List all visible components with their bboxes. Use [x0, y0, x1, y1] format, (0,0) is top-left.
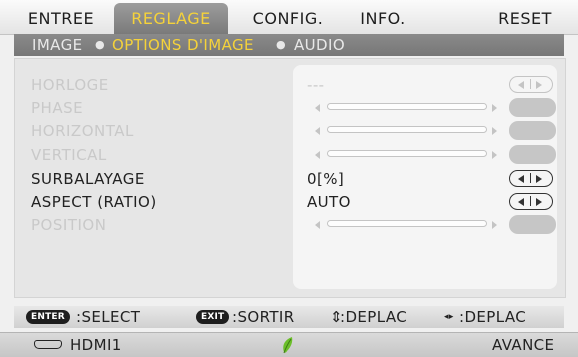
tab-config[interactable]: CONFIG.: [240, 3, 336, 34]
setting-label: ASPECT (RATIO): [31, 193, 157, 211]
tab-reset[interactable]: RESET: [490, 3, 560, 34]
setting-label: POSITION: [31, 216, 107, 234]
tab-reglage[interactable]: REGLAGE: [114, 3, 228, 34]
phase-slider[interactable]: [315, 97, 497, 119]
enter-key-badge: ENTER: [26, 310, 70, 324]
subtab-options-image[interactable]: OPTIONS D'IMAGE: [112, 34, 254, 56]
left-right-arrows-icon: ◂▸: [444, 312, 454, 322]
leftright-action-label: :DEPLAC: [459, 308, 527, 326]
setting-label: SURBALAYAGE: [31, 170, 145, 188]
main-tab-bar: ENTREE REGLAGE CONFIG. INFO. RESET: [0, 0, 578, 35]
exit-action-label: :SORTIR: [232, 308, 295, 326]
subtab-image[interactable]: IMAGE: [32, 34, 82, 56]
horizontal-slider[interactable]: [315, 120, 497, 142]
setting-label: HORIZONTAL: [31, 122, 134, 140]
leaf-icon: [283, 337, 293, 354]
setting-value: 0[%]: [307, 170, 345, 188]
exit-key-badge: EXIT: [196, 310, 230, 324]
left-right-arrows-icon[interactable]: [509, 170, 553, 187]
setting-label: VERTICAL: [31, 146, 107, 164]
tab-entree[interactable]: ENTREE: [20, 3, 102, 34]
updown-action-label: :DEPLAC: [340, 308, 408, 326]
slider-value-box: [509, 121, 556, 140]
setting-row-aspect-ratio[interactable]: ASPECT (RATIO) AUTO: [15, 191, 565, 213]
slider-value-box: [509, 145, 556, 164]
setting-label: HORLOGE: [31, 76, 109, 94]
source-label: HDMI1: [70, 336, 122, 354]
setting-value: ---: [307, 76, 325, 94]
hdmi-icon: [34, 340, 62, 349]
left-right-arrows-icon[interactable]: [509, 76, 553, 93]
left-right-arrows-icon[interactable]: [509, 193, 553, 210]
enter-action-label: :SELECT: [76, 308, 141, 326]
vertical-slider[interactable]: [315, 144, 497, 166]
setting-row-position: POSITION: [15, 214, 565, 236]
setting-row-surbalayage[interactable]: SURBALAYAGE 0[%]: [15, 168, 565, 190]
slider-value-box: [509, 98, 556, 117]
setting-label: PHASE: [31, 99, 84, 117]
position-slider[interactable]: [315, 214, 497, 236]
tab-info[interactable]: INFO.: [350, 3, 416, 34]
status-bar: HDMI1 AVANCE: [0, 332, 578, 357]
setting-row-horloge: HORLOGE ---: [15, 74, 565, 96]
subtab-audio[interactable]: AUDIO: [294, 34, 345, 56]
settings-panel: HORLOGE --- PHASE HORIZONTAL VERTICAL SU…: [14, 58, 566, 298]
subtab-separator: ●: [95, 38, 105, 51]
setting-row-horizontal: HORIZONTAL: [15, 120, 565, 142]
help-bar: ENTER :SELECT EXIT :SORTIR ⇕ :DEPLAC ◂▸ …: [14, 306, 564, 328]
setting-row-phase: PHASE: [15, 97, 565, 119]
setting-row-vertical: VERTICAL: [15, 144, 565, 166]
mode-label: AVANCE: [492, 336, 555, 354]
sub-tab-bar: IMAGE ● OPTIONS D'IMAGE ● AUDIO: [14, 34, 564, 56]
osd-menu: ENTREE REGLAGE CONFIG. INFO. RESET IMAGE…: [0, 0, 578, 357]
setting-value: AUTO: [307, 193, 351, 211]
subtab-separator: ●: [276, 38, 286, 51]
slider-value-box: [509, 215, 556, 234]
